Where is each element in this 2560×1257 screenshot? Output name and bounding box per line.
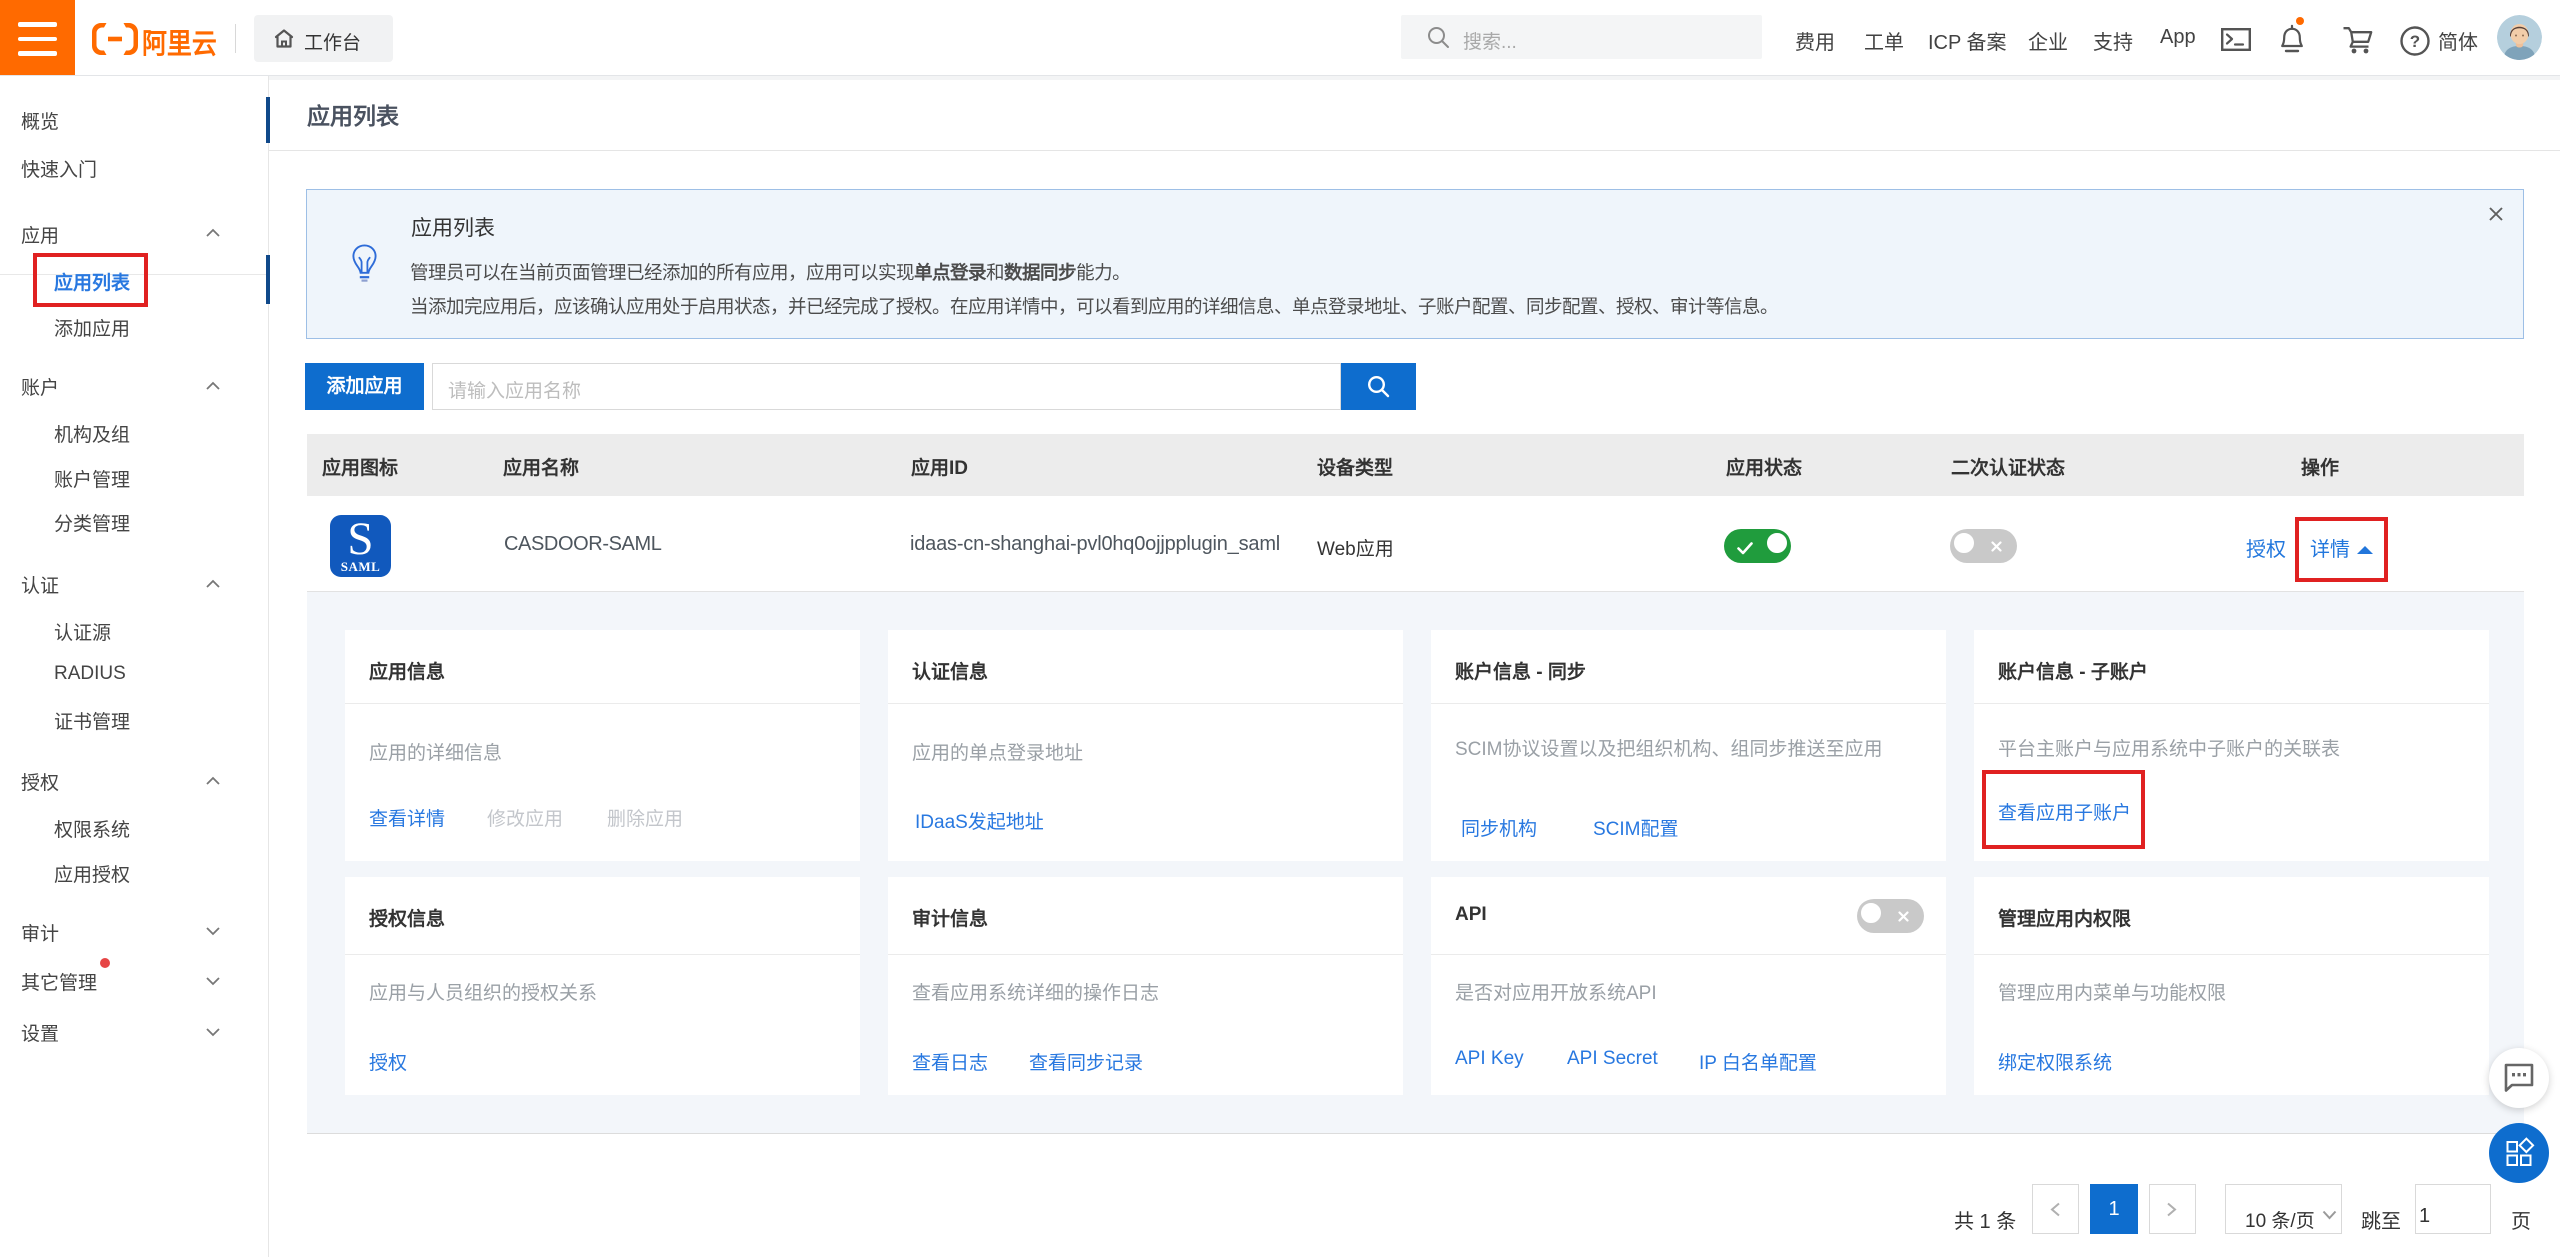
svg-text:?: ? [2410, 32, 2420, 51]
